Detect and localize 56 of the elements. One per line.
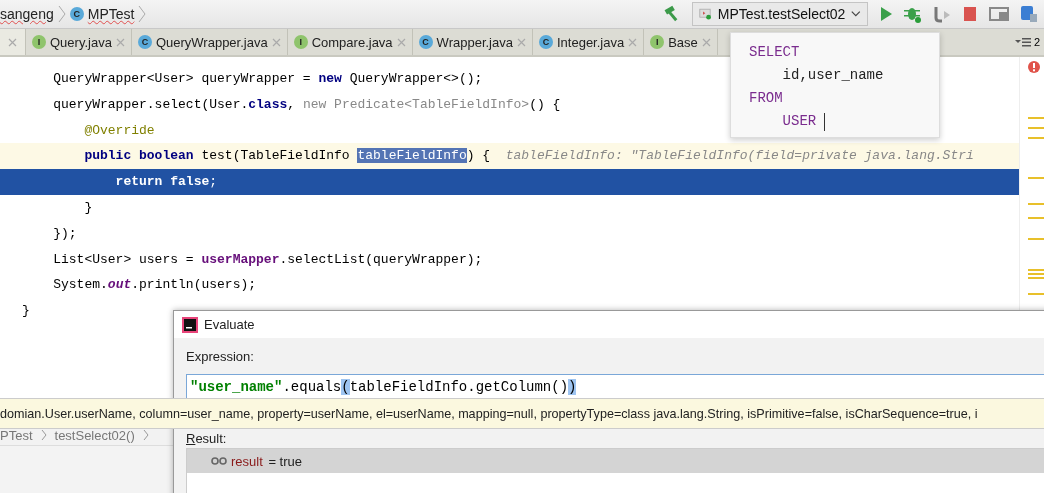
sql-line: SELECT — [749, 43, 801, 62]
sql-line: id,user_name — [781, 66, 885, 85]
interface-icon: I — [293, 35, 308, 49]
panel-icon[interactable] — [989, 6, 1009, 22]
debug-icon[interactable] — [904, 5, 922, 23]
breadcrumb-item[interactable]: sangeng — [0, 6, 54, 22]
close-icon[interactable] — [628, 37, 638, 47]
tool-icon[interactable] — [1020, 5, 1038, 23]
stop-icon[interactable] — [962, 6, 978, 22]
class-icon: C — [69, 7, 84, 21]
class-icon: C — [538, 35, 553, 49]
text-cursor — [824, 112, 826, 131]
breadcrumb-item[interactable]: PTest — [0, 427, 33, 443]
chevron-icon — [40, 429, 47, 441]
chevron-icon — [138, 5, 147, 23]
interface-icon: I — [32, 35, 46, 49]
close-icon[interactable] — [701, 37, 711, 47]
code-line: } — [21, 302, 30, 321]
error-icon — [1028, 61, 1040, 73]
expression-label: Expression: — [186, 348, 255, 366]
caret-icon — [851, 10, 861, 18]
test-icon — [699, 7, 712, 21]
tooltip-text: domian.User.userName, column=user_name, property=userName, el=userName, mapping=null, propertyType=class java.lang.String, isPrimitive=false, isCharSequence=true, i — [0, 406, 978, 421]
chevron-icon — [57, 5, 66, 23]
close-icon[interactable] — [271, 37, 281, 47]
sql-line: USER — [749, 110, 939, 133]
run-icon[interactable] — [879, 6, 893, 22]
code-line: List<User> users = userMapper.selectList(queryWrapper); — [52, 250, 483, 269]
close-icon[interactable] — [516, 37, 526, 47]
coverage-icon[interactable] — [933, 5, 951, 23]
expression-field[interactable]: "user_name".equals(tableFieldInfo.getColumn()) — [186, 374, 1044, 400]
chevron-icon — [142, 429, 149, 441]
menu-icon[interactable] — [1014, 37, 1031, 47]
code-line: } — [83, 199, 93, 217]
interface-icon: I — [650, 35, 665, 49]
class-icon: C — [418, 35, 433, 49]
code-line: System.out.println(users); — [52, 276, 257, 295]
breadcrumb-item[interactable]: MPTest — [87, 6, 135, 22]
tab-count: 2 — [1033, 36, 1040, 48]
dialog-title: Evaluate — [204, 317, 255, 332]
code-line: queryWrapper.select(User.class, new Predicate<TableFieldInfo>() { — [52, 95, 561, 114]
close-icon[interactable] — [115, 37, 125, 47]
breadcrumb-item[interactable]: testSelect02() — [54, 427, 135, 443]
code-line: @Override — [83, 121, 155, 140]
app-icon — [182, 316, 198, 333]
class-icon: C — [137, 35, 152, 49]
sql-line: FROM — [749, 89, 784, 108]
editor-tab[interactable] — [0, 29, 26, 55]
code-line: QueryWrapper<User> queryWrapper = new QueryWrapper<>(); — [52, 70, 483, 88]
close-icon[interactable] — [8, 37, 17, 47]
close-icon[interactable] — [396, 37, 406, 47]
code-line: }); — [52, 224, 77, 243]
result-label: Result: — [186, 430, 228, 448]
glasses-icon — [211, 456, 227, 466]
run-configuration-dropdown[interactable]: MPTest.testSelect02 — [692, 2, 868, 26]
result-row[interactable]: result = true — [187, 449, 1044, 473]
